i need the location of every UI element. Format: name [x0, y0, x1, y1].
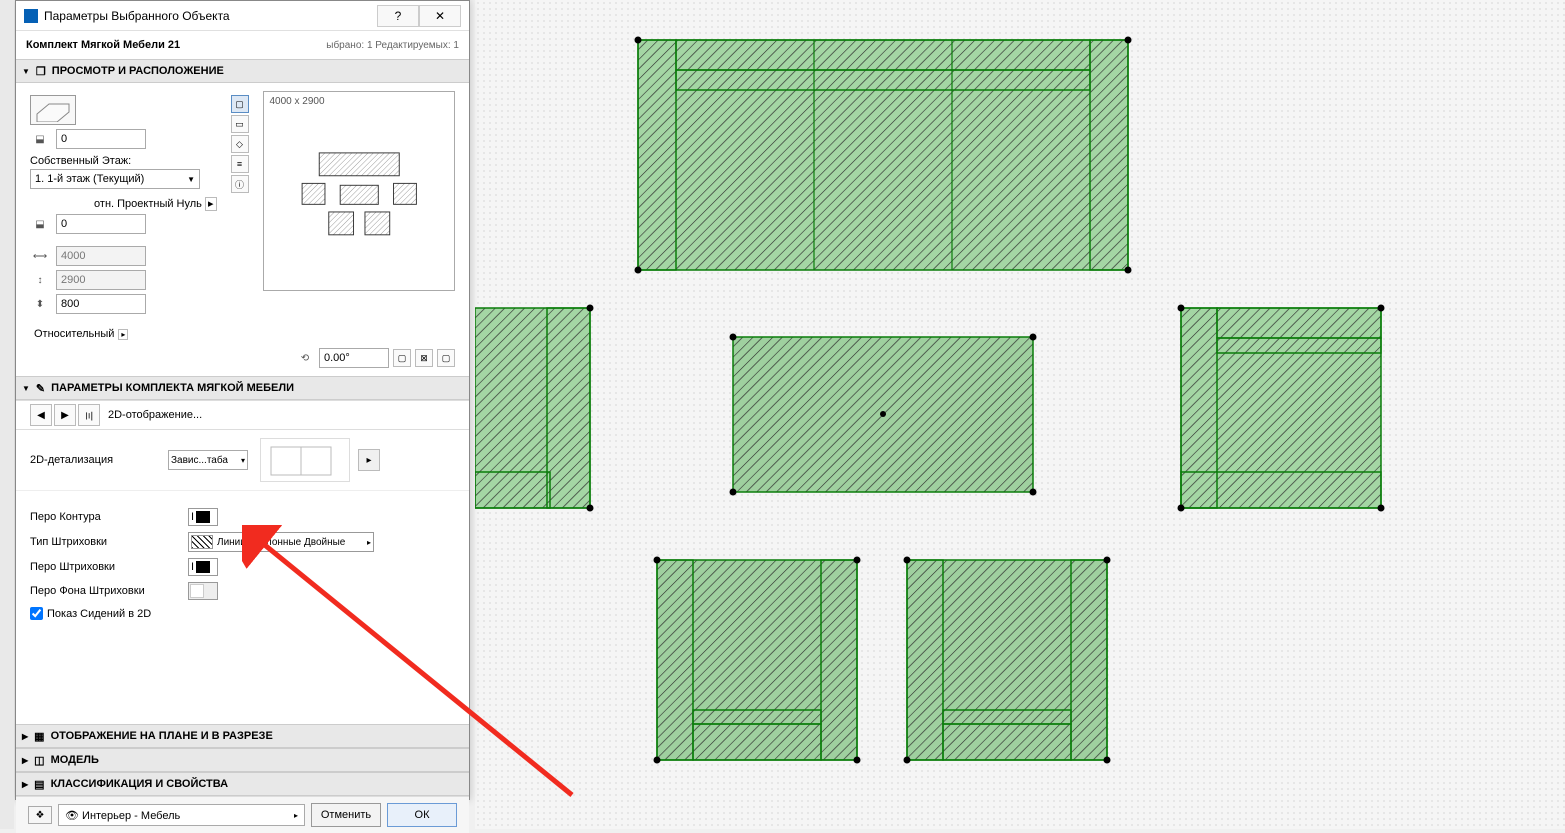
section-plan-header[interactable]: ▶ ▦ ОТОБРАЖЕНИЕ НА ПЛАНЕ И В РАЗРЕЗЕ	[16, 724, 469, 748]
hatch-swatch-icon	[191, 535, 213, 549]
rotation-input[interactable]	[319, 348, 389, 368]
nav-page-label: 2D-отображение...	[102, 409, 455, 421]
contour-pen-picker[interactable]: I	[188, 508, 218, 526]
elevation-icon: ⬓	[30, 129, 50, 149]
armchair-right-plan-view	[1178, 305, 1385, 512]
mirror-y-button[interactable]: ⊠	[415, 349, 433, 367]
dim-z-input[interactable]	[56, 294, 146, 314]
section-model-title: МОДЕЛЬ	[51, 754, 99, 766]
table-plan-view	[730, 334, 1037, 496]
section-params-title: ПАРАМЕТРЫ КОМПЛЕКТА МЯГКОЙ МЕБЕЛИ	[51, 382, 294, 394]
section-preview-header[interactable]: ▼ ❐ ПРОСМОТР И РАСПОЛОЖЕНИЕ	[16, 59, 469, 83]
help-button[interactable]: ?	[377, 5, 419, 27]
chair-bottom-right-plan-view	[904, 557, 1111, 764]
plan-icon: ▦	[34, 730, 44, 743]
preview-panel[interactable]: 4000 x 2900	[263, 91, 456, 291]
hatch-bg-pen-label: Перо Фона Штриховки	[30, 585, 180, 597]
detail-label: 2D-детализация	[30, 454, 160, 466]
elevation-bottom-input[interactable]	[56, 214, 146, 234]
floor-select[interactable]: 1. 1-й этаж (Текущий)▼	[30, 169, 200, 189]
object-3d-thumbnail[interactable]	[30, 95, 76, 125]
section-preview-title: ПРОСМОТР И РАСПОЛОЖЕНИЕ	[52, 65, 224, 77]
chevron-right-icon: ▶	[22, 756, 28, 765]
hatch-bg-pen-picker[interactable]	[188, 582, 218, 600]
dim-z-icon: ⬍	[30, 294, 50, 314]
view-plan-button[interactable]: ▢	[231, 95, 249, 113]
detail-next-button[interactable]: ▸	[358, 449, 380, 471]
nav-next-button[interactable]: ▶	[54, 404, 76, 426]
view-elevation-button[interactable]: ▭	[231, 115, 249, 133]
sofa-plan-view	[635, 37, 1132, 274]
chevron-right-icon[interactable]: ▸	[118, 329, 128, 340]
layer-select[interactable]: 👁 Интерьер - Мебель ▸	[58, 804, 305, 826]
dim-y-icon: ↕	[30, 270, 50, 290]
detail-mini-preview[interactable]	[260, 438, 350, 482]
hatch-type-label: Тип Штриховки	[30, 536, 180, 548]
elevation-bottom-icon: ⬓	[30, 214, 50, 234]
nav-prev-button[interactable]: ◀	[30, 404, 52, 426]
project-zero-label: отн. Проектный Нуль	[94, 198, 202, 210]
dialog-titlebar[interactable]: Параметры Выбранного Объекта ? ✕	[16, 1, 469, 31]
section-params-header[interactable]: ▼ ✎ ПАРАМЕТРЫ КОМПЛЕКТА МЯГКОЙ МЕБЕЛИ	[16, 376, 469, 400]
armchair-left-plan-view	[475, 305, 594, 512]
app-toolbar-strip	[0, 0, 14, 829]
hatch-pen-picker[interactable]: I	[188, 558, 218, 576]
mirror-z-button[interactable]: ▢	[437, 349, 455, 367]
rotation-label: Относительный	[34, 328, 114, 340]
view-list-button[interactable]: ≡	[231, 155, 249, 173]
hatch-pen-label: Перо Штриховки	[30, 561, 180, 573]
chevron-right-icon: ▶	[22, 780, 28, 789]
chevron-right-icon: ▸	[294, 811, 298, 820]
close-button[interactable]: ✕	[419, 5, 461, 27]
model-icon: ◫	[34, 754, 44, 767]
chevron-down-icon: ▼	[187, 175, 195, 184]
canvas-workspace[interactable]	[475, 0, 1565, 829]
selection-count: ыбрано: 1 Редактируемых: 1	[326, 40, 459, 51]
view-3d-button[interactable]: ◇	[231, 135, 249, 153]
floor-label: Собственный Этаж:	[30, 155, 221, 167]
chevron-down-icon: ▾	[241, 456, 245, 465]
dim-x-input[interactable]	[56, 246, 146, 266]
preview-dimensions-label: 4000 x 2900	[270, 96, 325, 107]
preview-icon: ❐	[36, 65, 46, 78]
app-icon	[24, 9, 38, 23]
object-name: Комплект Мягкой Мебели 21	[26, 39, 326, 51]
object-settings-dialog: Параметры Выбранного Объекта ? ✕ Комплек…	[15, 0, 470, 800]
hatch-type-select[interactable]: Линии Наклонные Двойные ▸	[188, 532, 374, 552]
rotation-icon: ⟲	[295, 348, 315, 368]
chevron-right-icon[interactable]: ▸	[205, 197, 217, 211]
layer-icon[interactable]: ❖	[28, 806, 52, 824]
cancel-button[interactable]: Отменить	[311, 803, 381, 827]
dim-y-input[interactable]	[56, 270, 146, 290]
ok-button[interactable]: ОК	[387, 803, 457, 827]
chevron-down-icon: ▼	[22, 384, 30, 393]
chair-bottom-left-plan-view	[654, 557, 861, 764]
section-plan-title: ОТОБРАЖЕНИЕ НА ПЛАНЕ И В РАЗРЕЗЕ	[51, 730, 273, 742]
params-icon: ✎	[36, 382, 45, 395]
contour-pen-label: Перо Контура	[30, 511, 180, 523]
section-class-header[interactable]: ▶ ▤ КЛАССИФИКАЦИЯ И СВОЙСТВА	[16, 772, 469, 796]
dialog-title: Параметры Выбранного Объекта	[44, 9, 377, 23]
chevron-right-icon: ▸	[367, 538, 371, 547]
section-class-title: КЛАССИФИКАЦИЯ И СВОЙСТВА	[51, 778, 229, 790]
chevron-right-icon: ▶	[22, 732, 28, 741]
nav-tree-button[interactable]: 〣	[78, 404, 100, 426]
class-icon: ▤	[34, 778, 44, 791]
section-model-header[interactable]: ▶ ◫ МОДЕЛЬ	[16, 748, 469, 772]
view-info-button[interactable]: ⓘ	[231, 175, 249, 193]
show-seats-checkbox[interactable]	[30, 607, 43, 620]
mirror-x-button[interactable]: ▢	[393, 349, 411, 367]
chevron-down-icon: ▼	[22, 67, 30, 76]
show-seats-label: Показ Сидений в 2D	[47, 608, 151, 620]
detail-level-select[interactable]: Завис...таба▾	[168, 450, 248, 470]
preview-view-toolbar: ▢ ▭ ◇ ≡ ⓘ	[231, 91, 249, 318]
dim-x-icon: ⟷	[30, 246, 50, 266]
elevation-top-input[interactable]	[56, 129, 146, 149]
